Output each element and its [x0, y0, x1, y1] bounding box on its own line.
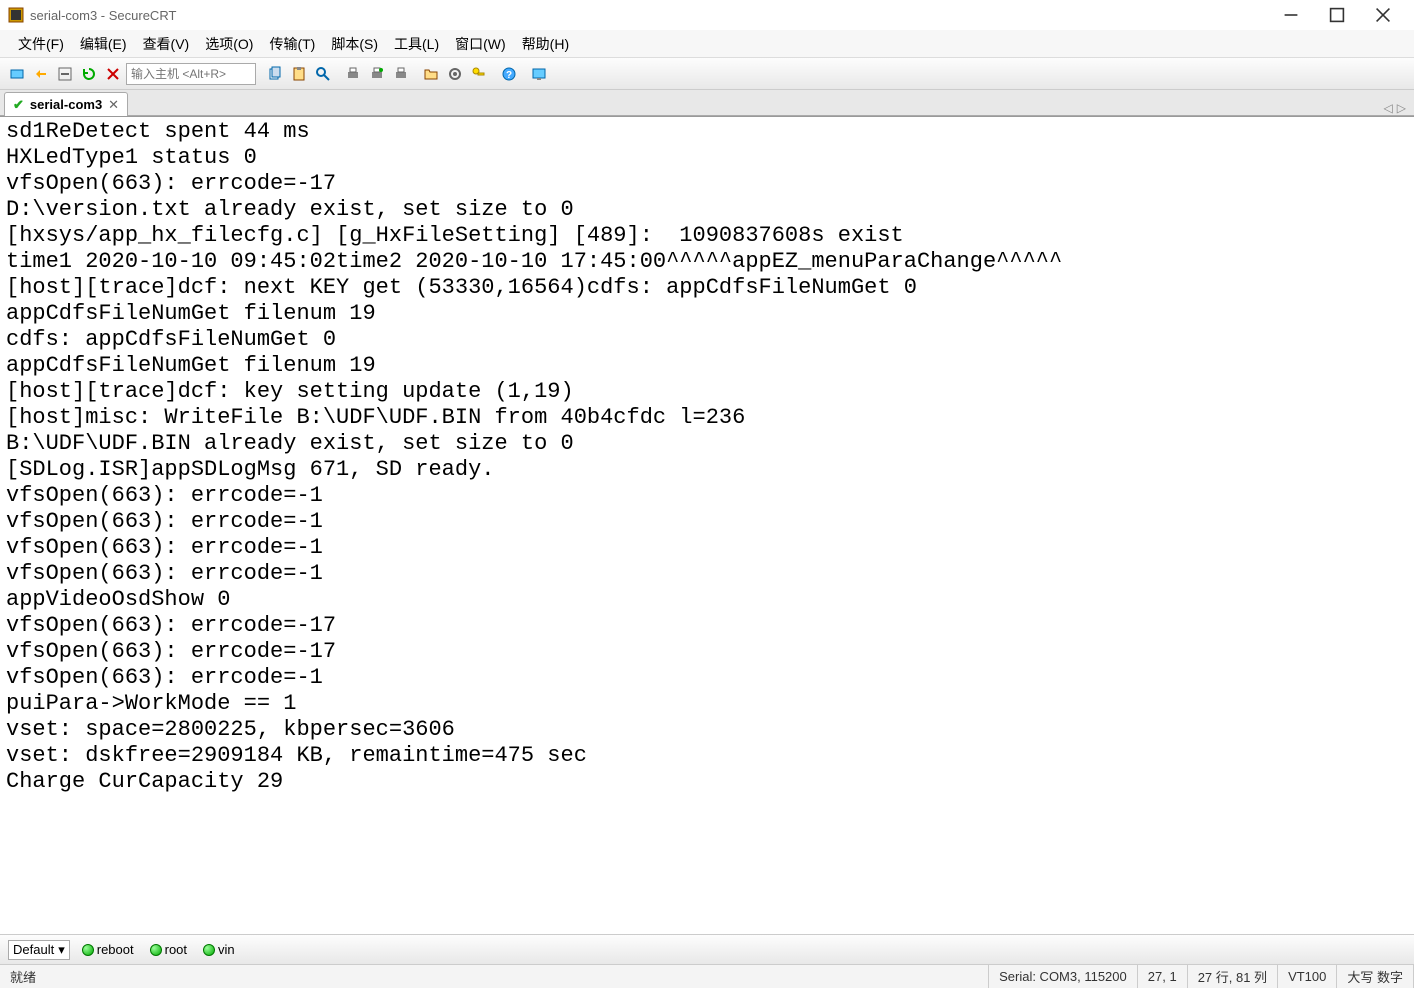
connect-bar-icon[interactable] [54, 63, 76, 85]
tab-prev-icon[interactable]: ◁ [1384, 101, 1393, 115]
menu-file[interactable]: 文件(F) [10, 30, 72, 58]
green-ball-icon [203, 944, 215, 956]
find-icon[interactable] [312, 63, 334, 85]
status-ready: 就绪 [0, 965, 989, 988]
paste-icon[interactable] [288, 63, 310, 85]
tab-serial-com3[interactable]: ✔ serial-com3 ✕ [4, 92, 128, 116]
menu-tools[interactable]: 工具(L) [386, 30, 447, 58]
disconnect-icon[interactable] [102, 63, 124, 85]
reconnect-icon[interactable] [78, 63, 100, 85]
minimize-button[interactable] [1268, 0, 1314, 30]
print3-icon[interactable] [390, 63, 412, 85]
menu-script[interactable]: 脚本(S) [323, 30, 386, 58]
open-folder-icon[interactable] [420, 63, 442, 85]
quick-vin-button[interactable]: vin [199, 940, 239, 959]
chevron-down-icon: ▾ [58, 942, 65, 958]
statusbar: 就绪 Serial: COM3, 115200 27, 1 27 行, 81 列… [0, 964, 1414, 988]
status-emulation: VT100 [1278, 965, 1337, 988]
menu-transfer[interactable]: 传输(T) [261, 30, 323, 58]
quick-reboot-button[interactable]: reboot [78, 940, 138, 959]
print2-icon[interactable] [366, 63, 388, 85]
menubar: 文件(F) 编辑(E) 查看(V) 选项(O) 传输(T) 脚本(S) 工具(L… [0, 30, 1414, 58]
window-title: serial-com3 - SecureCRT [30, 8, 1268, 23]
quick-connect-icon[interactable] [30, 63, 52, 85]
toolbar: ? [0, 58, 1414, 90]
status-connection: Serial: COM3, 115200 [989, 965, 1138, 988]
maximize-button[interactable] [1314, 0, 1360, 30]
connected-check-icon: ✔ [13, 97, 24, 113]
close-button[interactable] [1360, 0, 1406, 30]
connect-icon[interactable] [6, 63, 28, 85]
help-icon[interactable]: ? [498, 63, 520, 85]
status-cursor-pos: 27, 1 [1138, 965, 1188, 988]
screen-icon[interactable] [528, 63, 550, 85]
status-size: 27 行, 81 列 [1188, 965, 1278, 988]
menu-options[interactable]: 选项(O) [197, 30, 261, 58]
key-icon[interactable] [468, 63, 490, 85]
app-icon [8, 7, 24, 23]
quickbar-dropdown-label: Default [13, 942, 54, 957]
menu-help[interactable]: 帮助(H) [514, 30, 577, 58]
menu-edit[interactable]: 编辑(E) [72, 30, 135, 58]
svg-text:?: ? [506, 70, 512, 81]
titlebar: serial-com3 - SecureCRT [0, 0, 1414, 30]
quickbar-dropdown[interactable]: Default ▾ [8, 940, 70, 960]
quickbar: Default ▾ reboot root vin [0, 934, 1414, 964]
host-input[interactable] [126, 63, 256, 85]
print-icon[interactable] [342, 63, 364, 85]
tab-close-icon[interactable]: ✕ [108, 97, 119, 113]
quick-root-button[interactable]: root [146, 940, 191, 959]
tab-next-icon[interactable]: ▷ [1397, 101, 1406, 115]
settings-icon[interactable] [444, 63, 466, 85]
tab-nav: ◁ ▷ [1384, 101, 1410, 115]
tab-label: serial-com3 [30, 97, 102, 112]
menu-view[interactable]: 查看(V) [135, 30, 198, 58]
terminal-output[interactable]: sd1ReDetect spent 44 ms HXLedType1 statu… [0, 116, 1414, 934]
status-caps: 大写 数字 [1337, 965, 1414, 988]
green-ball-icon [150, 944, 162, 956]
copy-icon[interactable] [264, 63, 286, 85]
green-ball-icon [82, 944, 94, 956]
menu-window[interactable]: 窗口(W) [447, 30, 514, 58]
tabbar: ✔ serial-com3 ✕ ◁ ▷ [0, 90, 1414, 116]
